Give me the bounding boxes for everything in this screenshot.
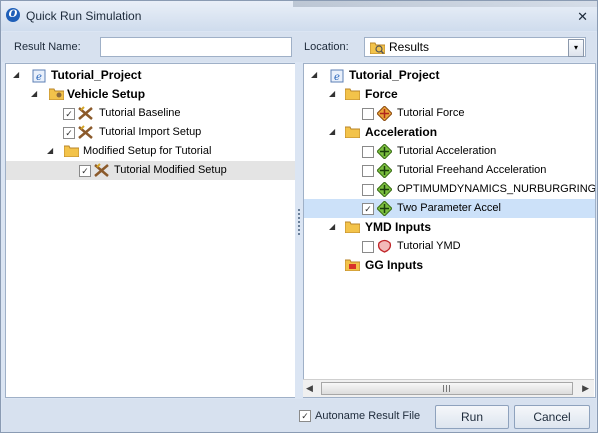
app-logo-icon: O [6,8,20,22]
checkbox[interactable] [362,108,374,120]
checkbox[interactable]: ✓ [79,165,91,177]
project-label: Tutorial_Project [349,68,440,82]
tree-node-two-parameter-accel[interactable]: ✓ Two Parameter Accel [304,199,595,218]
tree-node-acceleration[interactable]: ◢ Acceleration [304,123,595,142]
project-icon: e [32,69,46,83]
checkbox[interactable]: ✓ [63,108,75,120]
horizontal-scrollbar[interactable]: ◀ ▶ [303,379,594,397]
cancel-button[interactable]: Cancel [514,405,590,429]
background-window-strip [293,1,597,7]
accel-icon [377,163,392,178]
tree-node-optimumdynamics-nurburgring[interactable]: OPTIMUMDYNAMICS_NURBURGRING [304,180,595,199]
result-name-input[interactable] [100,37,292,57]
vehicle-setup-tree: ◢ e Tutorial_Project ◢ Vehicle Setup ✓ T… [5,63,297,398]
checkbox[interactable] [362,241,374,253]
item-label: Tutorial Freehand Acceleration [397,164,547,176]
project-label: Tutorial_Project [51,68,142,82]
tree-node-tutorial-import-setup[interactable]: ✓ Tutorial Import Setup [6,123,296,142]
tree-node-tutorial-ymd[interactable]: Tutorial YMD [304,237,595,256]
expand-arrow-icon[interactable]: ◢ [329,127,335,136]
accel-icon [377,182,392,197]
tree-node-ymd-inputs[interactable]: ◢ YMD Inputs [304,218,595,237]
item-label: Tutorial YMD [397,240,461,252]
title-bar: O Quick Run Simulation ✕ [1,1,597,31]
tree-node-vehicle-setup[interactable]: ◢ Vehicle Setup [6,85,296,104]
accel-icon [377,144,392,159]
scroll-grip[interactable] [443,385,450,392]
quick-run-dialog: O Quick Run Simulation ✕ Result Name: Lo… [0,0,598,433]
group-label: Acceleration [365,125,438,139]
close-icon[interactable]: ✕ [577,9,588,25]
item-label: OPTIMUMDYNAMICS_NURBURGRING [397,183,596,195]
result-name-label: Result Name: [14,41,81,53]
scroll-thumb[interactable] [321,382,573,395]
checkbox[interactable] [362,146,374,158]
checkbox[interactable]: ✓ [63,127,75,139]
force-icon [377,106,392,121]
setup-icon [78,106,93,120]
folder-icon [345,221,360,233]
item-label: Two Parameter Accel [397,202,501,214]
item-label: Tutorial Force [397,107,465,119]
autoname-checkbox[interactable]: ✓ [299,410,311,422]
tree-node-project-right[interactable]: ◢ e Tutorial_Project [304,66,595,85]
tree-node-tutorial-modified-setup[interactable]: ✓ Tutorial Modified Setup [6,161,296,180]
dialog-title: Quick Run Simulation [26,9,142,23]
header-bar: Result Name: Location: Results ▾ [2,32,596,62]
tree-node-tutorial-force[interactable]: Tutorial Force [304,104,595,123]
tree-node-project-left[interactable]: ◢ e Tutorial_Project [6,66,296,85]
tree-node-gg-inputs[interactable]: GG Inputs [304,256,595,275]
autoname-label: Autoname Result File [315,410,421,422]
tree-node-tutorial-acceleration[interactable]: Tutorial Acceleration [304,142,595,161]
tree-node-modified-folder[interactable]: ◢ Modified Setup for Tutorial [6,142,296,161]
ymd-icon [377,239,392,253]
setup-label: Tutorial Baseline [99,107,181,119]
checkbox[interactable] [362,165,374,177]
folder-label: Modified Setup for Tutorial [83,145,212,157]
setup-icon [94,163,109,177]
location-value: Results [389,40,430,54]
expand-arrow-icon[interactable]: ◢ [329,222,335,231]
folder-icon [49,88,64,100]
expand-arrow-icon[interactable]: ◢ [311,70,317,79]
footer-bar: ✓ Autoname Result File Run Cancel [2,399,596,432]
expand-arrow-icon[interactable]: ◢ [31,89,37,98]
checkbox[interactable]: ✓ [362,203,374,215]
results-folder-icon [370,42,385,54]
scroll-left-icon[interactable]: ◀ [306,383,313,394]
expand-arrow-icon[interactable]: ◢ [47,146,53,155]
folder-icon [345,126,360,138]
group-label: GG Inputs [365,258,423,272]
setup-icon [78,125,93,139]
run-button[interactable]: Run [435,405,509,429]
svg-text:e: e [334,72,340,83]
group-label: Force [365,87,398,101]
splitter-grip[interactable] [298,209,300,237]
location-label: Location: [304,41,349,53]
scroll-right-icon[interactable]: ▶ [582,383,589,394]
setup-label: Tutorial Import Setup [99,126,202,138]
folder-icon [64,145,79,157]
vehicle-setup-label: Vehicle Setup [67,87,146,101]
simulation-tree: ◢ e Tutorial_Project ◢ Force Tutorial Fo… [303,63,596,398]
gg-icon [345,259,360,271]
group-label: YMD Inputs [365,220,431,234]
project-icon: e [330,69,344,83]
setup-label: Tutorial Modified Setup [114,164,227,176]
tree-node-force[interactable]: ◢ Force [304,85,595,104]
tree-node-tutorial-freehand-acceleration[interactable]: Tutorial Freehand Acceleration [304,161,595,180]
svg-text:e: e [36,72,42,83]
tree-node-tutorial-baseline[interactable]: ✓ Tutorial Baseline [6,104,296,123]
location-dropdown[interactable]: Results ▾ [364,37,586,57]
checkbox[interactable] [362,184,374,196]
item-label: Tutorial Acceleration [397,145,497,157]
expand-arrow-icon[interactable]: ◢ [13,70,19,79]
folder-icon [345,88,360,100]
accel-icon [377,201,392,216]
pane-splitter[interactable] [295,63,303,398]
expand-arrow-icon[interactable]: ◢ [329,89,335,98]
chevron-down-icon[interactable]: ▾ [568,39,584,57]
